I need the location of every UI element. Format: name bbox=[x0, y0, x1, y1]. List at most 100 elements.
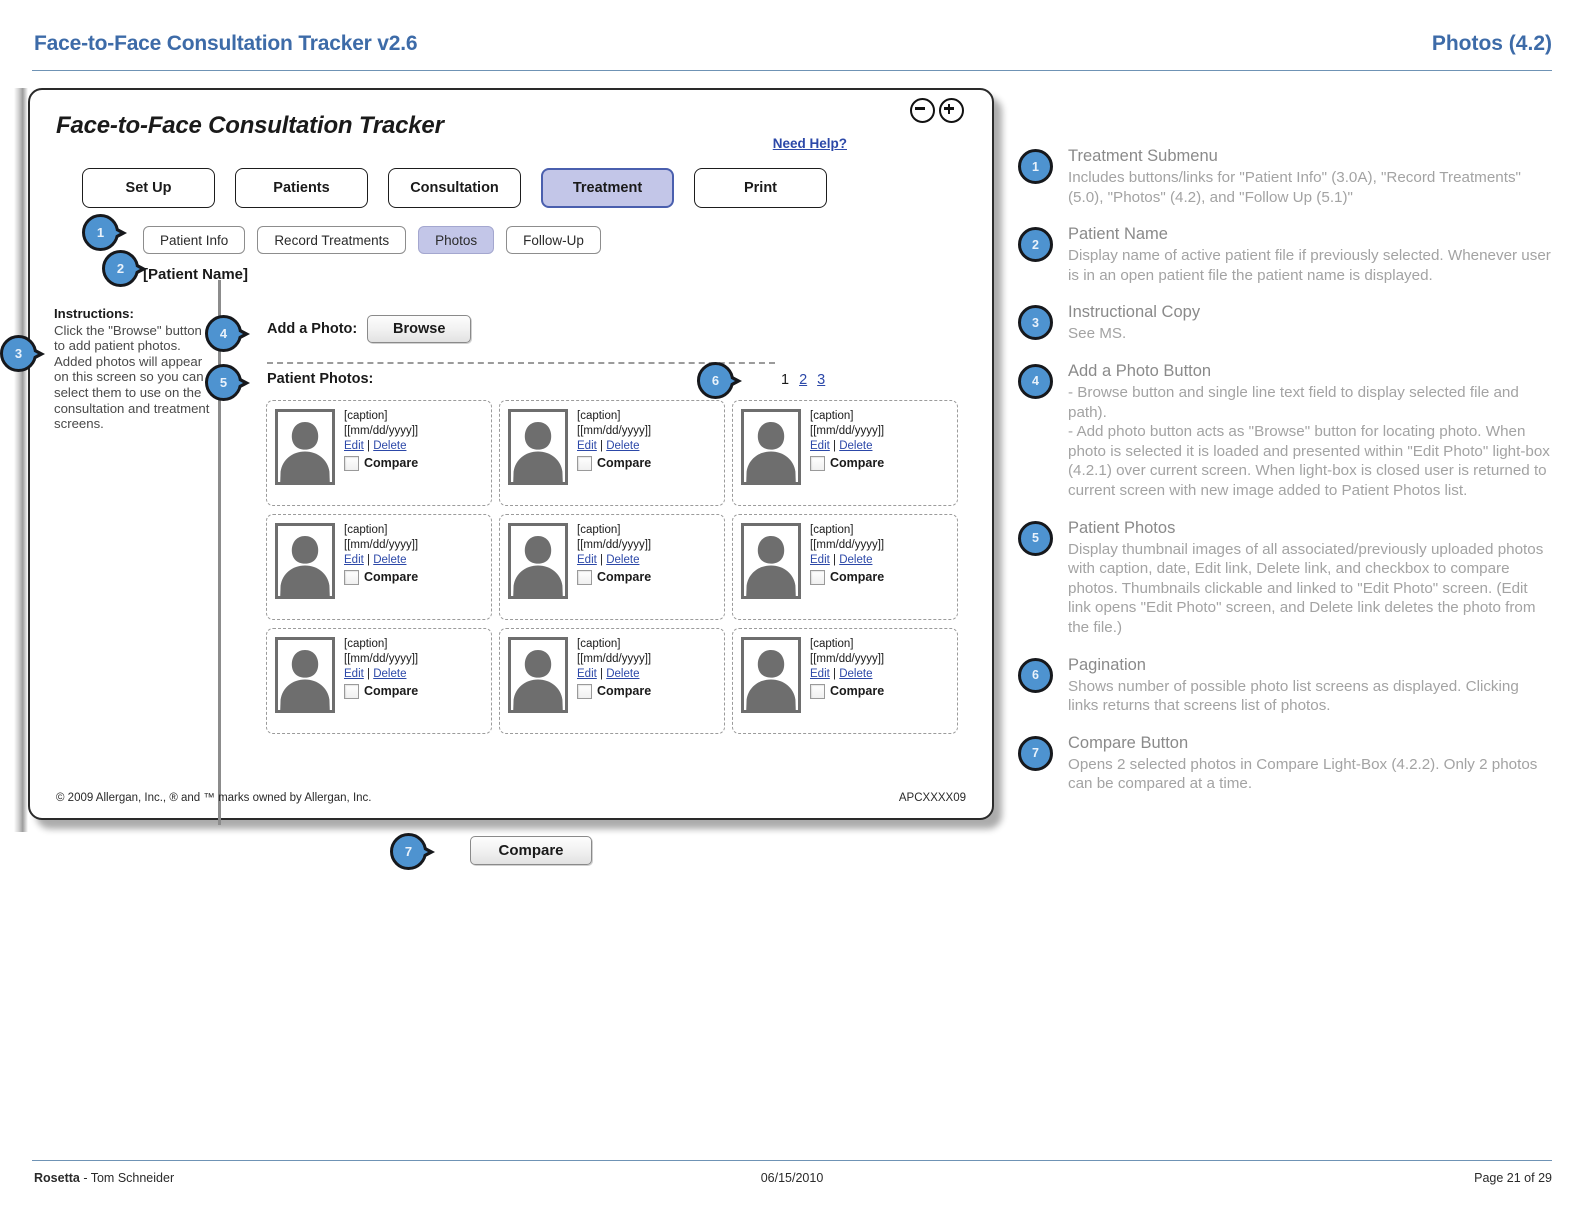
photo-thumbnail[interactable] bbox=[274, 636, 336, 714]
subnav-button-patient-info[interactable]: Patient Info bbox=[143, 226, 246, 254]
delete-link[interactable]: Delete bbox=[373, 668, 406, 680]
edit-link[interactable]: Edit bbox=[810, 554, 830, 566]
photo-details: [caption] [[mm/dd/yyyy]] Edit | Delete Comp… bbox=[577, 522, 651, 613]
compare-checkbox[interactable] bbox=[344, 456, 359, 471]
photo-thumbnail[interactable] bbox=[507, 636, 569, 714]
link-separator: | bbox=[596, 668, 607, 680]
edit-link[interactable]: Edit bbox=[810, 668, 830, 680]
subnav-button-record-treatments[interactable]: Record Treatments bbox=[257, 226, 407, 254]
photo-thumbnail[interactable] bbox=[507, 522, 569, 600]
compare-checkbox[interactable] bbox=[577, 570, 592, 585]
header-divider bbox=[32, 70, 1552, 71]
patient-photos-header: Patient Photos: 1 2 3 bbox=[267, 371, 967, 393]
edit-link[interactable]: Edit bbox=[577, 440, 597, 452]
photo-thumbnail[interactable] bbox=[740, 522, 802, 600]
compare-label: Compare bbox=[597, 456, 652, 470]
compare-label: Compare bbox=[830, 684, 885, 698]
copyright-text: © 2009 Allergan, Inc., ® and ™ marks own… bbox=[56, 792, 372, 804]
compare-button[interactable]: Compare bbox=[470, 836, 592, 865]
subnav-button-follow-up[interactable]: Follow-Up bbox=[506, 226, 601, 254]
nav-button-print[interactable]: Print bbox=[694, 168, 827, 208]
photo-date: [[mm/dd/yyyy]] bbox=[810, 425, 885, 437]
photo-actions: Edit | Delete bbox=[810, 553, 884, 568]
photo-details: [caption] [[mm/dd/yyyy]] Edit | Delete Comp… bbox=[577, 636, 651, 727]
page-header: Face-to-Face Consultation Tracker v2.6 P… bbox=[0, 0, 1584, 76]
compare-checkbox[interactable] bbox=[810, 456, 825, 471]
annotation-title: Pagination bbox=[1068, 655, 1146, 674]
photo-thumbnail[interactable] bbox=[507, 408, 569, 486]
compare-control: Compare bbox=[577, 684, 651, 699]
browse-button[interactable]: Browse bbox=[367, 315, 472, 343]
delete-link[interactable]: Delete bbox=[839, 668, 872, 680]
callout-marker-5: 5 bbox=[205, 364, 251, 402]
edit-link[interactable]: Edit bbox=[344, 668, 364, 680]
callout-connector-line bbox=[218, 280, 221, 825]
callout-marker-6: 6 bbox=[697, 362, 743, 400]
annotation-item: 2 Patient Name Display name of active pati… bbox=[1012, 224, 1552, 285]
annotation-marker: 3 bbox=[1018, 305, 1053, 341]
annotation-marker: 1 bbox=[1018, 149, 1053, 184]
photo-thumbnail[interactable] bbox=[274, 522, 336, 600]
annotation-title: Patient Name bbox=[1068, 225, 1168, 244]
callout-marker-4: 4 bbox=[205, 315, 251, 353]
photo-date: [[mm/dd/yyyy]] bbox=[810, 539, 885, 551]
patient-photos-grid: [caption] [[mm/dd/yyyy]] Edit | Delete Comp… bbox=[266, 400, 966, 734]
delete-link[interactable]: Delete bbox=[373, 440, 406, 452]
nav-button-patients[interactable]: Patients bbox=[235, 168, 368, 208]
compare-label: Compare bbox=[597, 570, 652, 584]
annotation-item: 4 Add a Photo Button - Browse button and s… bbox=[1012, 361, 1552, 501]
annotation-title: Instructional Copy bbox=[1068, 303, 1201, 322]
pagination-page-1[interactable]: 1 bbox=[781, 372, 789, 388]
link-separator: | bbox=[596, 440, 607, 452]
nav-button-treatment[interactable]: Treatment bbox=[541, 168, 674, 208]
pagination-page-3[interactable]: 3 bbox=[817, 372, 825, 388]
delete-link[interactable]: Delete bbox=[373, 554, 406, 566]
compare-checkbox[interactable] bbox=[344, 684, 359, 699]
app-title: Face-to-Face Consultation Tracker bbox=[56, 112, 444, 139]
annotation-item: 6 Pagination Shows number of possible phot… bbox=[1012, 655, 1552, 716]
delete-link[interactable]: Delete bbox=[606, 554, 639, 566]
annotation-marker: 4 bbox=[1018, 363, 1053, 399]
photo-cell: [caption] [[mm/dd/yyyy]] Edit | Delete Comp… bbox=[732, 628, 958, 734]
wireframe-screen: Face-to-Face Consultation Tracker Need H… bbox=[0, 88, 994, 870]
nav-button-consultation[interactable]: Consultation bbox=[388, 168, 521, 208]
edit-link[interactable]: Edit bbox=[577, 668, 597, 680]
photo-thumbnail[interactable] bbox=[274, 408, 336, 486]
delete-link[interactable]: Delete bbox=[839, 440, 872, 452]
zoom-out-icon[interactable] bbox=[910, 98, 935, 123]
subnav-button-photos[interactable]: Photos bbox=[418, 226, 495, 254]
delete-link[interactable]: Delete bbox=[606, 668, 639, 680]
add-photo-row: Add a Photo: Browse bbox=[267, 315, 472, 343]
edit-link[interactable]: Edit bbox=[810, 440, 830, 452]
compare-checkbox[interactable] bbox=[810, 684, 825, 699]
link-separator: | bbox=[363, 440, 374, 452]
photo-thumbnail[interactable] bbox=[740, 408, 802, 486]
link-separator: | bbox=[829, 554, 840, 566]
photo-thumbnail[interactable] bbox=[740, 636, 802, 714]
photo-actions: Edit | Delete bbox=[344, 439, 418, 454]
nav-button-setup[interactable]: Set Up bbox=[82, 168, 215, 208]
delete-link[interactable]: Delete bbox=[839, 554, 872, 566]
compare-control: Compare bbox=[577, 456, 651, 471]
compare-checkbox[interactable] bbox=[810, 570, 825, 585]
photo-date: [[mm/dd/yyyy]] bbox=[577, 425, 652, 437]
compare-checkbox[interactable] bbox=[577, 456, 592, 471]
edit-link[interactable]: Edit bbox=[344, 440, 364, 452]
annotation-body: Shows number of possible photo list scre… bbox=[1068, 677, 1519, 715]
edit-link[interactable]: Edit bbox=[344, 554, 364, 566]
pagination-page-2[interactable]: 2 bbox=[799, 372, 807, 388]
compare-label: Compare bbox=[830, 570, 885, 584]
compare-checkbox[interactable] bbox=[344, 570, 359, 585]
annotation-body: Display thumbnail images of all associat… bbox=[1068, 540, 1544, 636]
link-separator: | bbox=[596, 554, 607, 566]
delete-link[interactable]: Delete bbox=[606, 440, 639, 452]
photo-cell: [caption] [[mm/dd/yyyy]] Edit | Delete Comp… bbox=[266, 514, 492, 620]
compare-label: Compare bbox=[597, 684, 652, 698]
need-help-link[interactable]: Need Help? bbox=[773, 136, 847, 151]
zoom-in-icon[interactable] bbox=[939, 98, 964, 123]
compare-checkbox[interactable] bbox=[577, 684, 592, 699]
compare-control: Compare bbox=[344, 684, 418, 699]
photo-cell: [caption] [[mm/dd/yyyy]] Edit | Delete Comp… bbox=[499, 628, 725, 734]
photo-actions: Edit | Delete bbox=[344, 667, 418, 682]
edit-link[interactable]: Edit bbox=[577, 554, 597, 566]
